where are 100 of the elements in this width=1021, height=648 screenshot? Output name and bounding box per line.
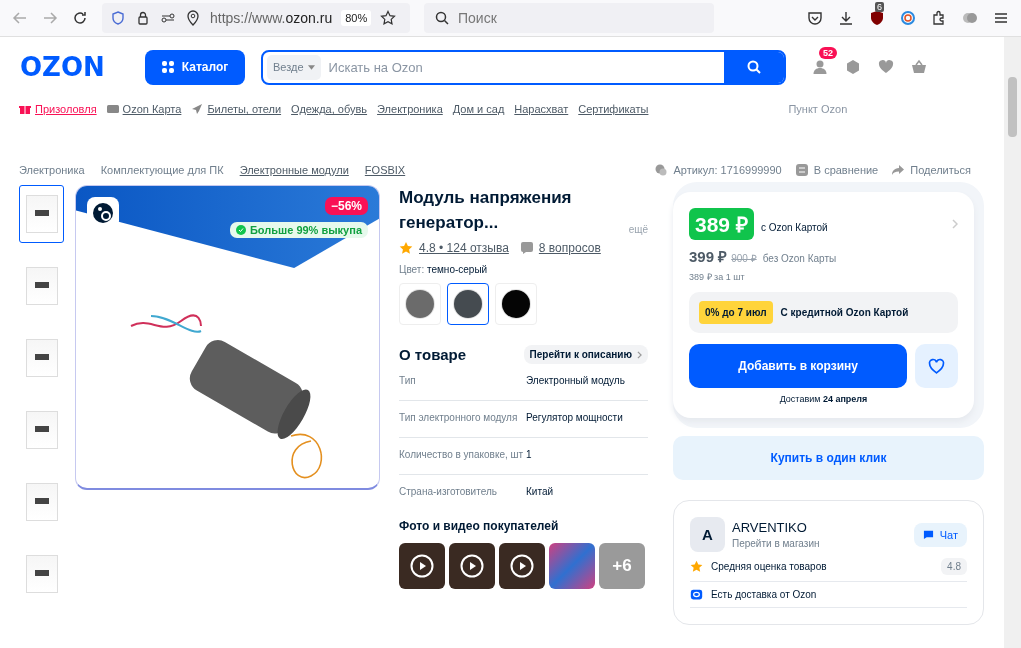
shield-extension-icon[interactable] bbox=[869, 10, 885, 26]
add-to-cart-button[interactable]: Добавить в корзину bbox=[689, 344, 908, 388]
download-icon[interactable] bbox=[838, 10, 854, 26]
card-price: 389 ₽ bbox=[689, 208, 754, 240]
price-note: с Ozon Картой bbox=[760, 221, 828, 233]
more-media-button[interactable]: +6 bbox=[599, 543, 645, 589]
price-note: без Ozon Карты bbox=[762, 253, 837, 264]
browser-search-field[interactable]: Поиск bbox=[424, 3, 714, 33]
gift-icon bbox=[19, 103, 31, 115]
search-scope-dropdown[interactable]: Везде bbox=[267, 54, 321, 80]
section-title: О товаре bbox=[399, 346, 467, 363]
video-thumbnail[interactable] bbox=[449, 543, 495, 589]
nav-link[interactable]: Призоловля bbox=[19, 103, 97, 115]
nav-link[interactable]: Ozon Карта bbox=[106, 103, 182, 115]
seller-avatar[interactable]: A bbox=[690, 517, 725, 552]
breadcrumb-link[interactable]: Электронные модули bbox=[239, 164, 349, 176]
nav-link[interactable]: Нарасхват bbox=[514, 103, 569, 115]
notification-badge: 52 bbox=[819, 47, 837, 59]
credit-text: С кредитной Ozon Картой bbox=[780, 307, 909, 318]
old-price: 900 ₽ bbox=[731, 252, 757, 265]
rating-value: 4.8 bbox=[941, 558, 967, 575]
ring-icon[interactable] bbox=[900, 10, 916, 26]
grid-icon bbox=[161, 61, 174, 73]
cart-icon[interactable] bbox=[911, 59, 927, 75]
spec-value: Электронный модуль bbox=[526, 374, 625, 388]
favorite-button[interactable] bbox=[915, 344, 958, 388]
seller-name[interactable]: ARVENTIKO bbox=[732, 520, 820, 535]
buyout-badge[interactable]: Больше 99% выкупа bbox=[229, 222, 368, 238]
search-icon bbox=[746, 59, 762, 75]
menu-icon[interactable] bbox=[993, 10, 1009, 26]
go-to-description-button[interactable]: Перейти к описанию bbox=[523, 345, 648, 364]
profile-icon[interactable] bbox=[812, 59, 828, 75]
bookmark-star-icon[interactable] bbox=[380, 10, 397, 26]
play-icon bbox=[410, 554, 434, 578]
nav-link[interactable]: Сертификаты bbox=[578, 103, 649, 115]
color-swatch[interactable] bbox=[447, 283, 489, 325]
spec-value: Регулятор мощности bbox=[526, 411, 623, 425]
credit-badge: 0% до 7 июл bbox=[699, 301, 773, 324]
search-button[interactable] bbox=[724, 51, 784, 83]
star-icon bbox=[690, 560, 703, 573]
spec-name: Количество в упаковке, шт bbox=[399, 448, 525, 462]
address-bar[interactable]: https://www.ozon.ru 80% bbox=[102, 3, 410, 33]
breadcrumb-link[interactable]: FOSBIX bbox=[364, 164, 406, 176]
reviews-link[interactable]: 4.8 • 124 отзыва bbox=[419, 241, 509, 255]
shield-icon bbox=[110, 10, 126, 26]
zoom-level[interactable]: 80% bbox=[341, 10, 372, 26]
question-bubble-icon bbox=[520, 242, 533, 254]
ozon-delivery-icon bbox=[690, 588, 703, 601]
card-icon bbox=[106, 103, 119, 115]
discount-badge: −56% bbox=[324, 197, 368, 215]
location-pin-icon bbox=[185, 10, 201, 26]
buy-one-click-button[interactable]: Купить в один клик bbox=[673, 436, 984, 480]
profile-blob-icon[interactable] bbox=[962, 10, 978, 26]
nav-link[interactable]: Одежда, обувь bbox=[291, 103, 368, 115]
permissions-icon bbox=[160, 10, 176, 26]
extension-badge: 6 bbox=[875, 2, 884, 12]
seller-feature: Средняя оценка товаров bbox=[711, 561, 828, 572]
heart-icon[interactable] bbox=[878, 59, 894, 75]
breadcrumb-link[interactable]: Комплектующие для ПК bbox=[100, 164, 224, 176]
star-icon bbox=[399, 241, 413, 255]
reload-icon[interactable] bbox=[72, 10, 88, 26]
spec-name: Тип электронного модуля bbox=[399, 411, 519, 425]
delivery-date: Доставим 24 апреля bbox=[778, 394, 869, 404]
questions-link[interactable]: 8 вопросов bbox=[538, 241, 601, 255]
compare-icon bbox=[795, 164, 808, 176]
search-field[interactable]: Везде Искать на Ozon bbox=[261, 49, 786, 85]
spec-name: Тип bbox=[399, 374, 417, 388]
article-number[interactable]: Артикул: 1716999990 bbox=[673, 164, 782, 176]
credit-offer[interactable]: 0% до 7 июл С кредитной Ozon Картой bbox=[689, 292, 958, 333]
plane-icon bbox=[191, 103, 204, 115]
nav-link[interactable]: Билеты, отели bbox=[191, 103, 282, 115]
compare-link[interactable]: В сравнение bbox=[813, 164, 879, 176]
url-text: https://www.ozon.ru bbox=[210, 10, 333, 26]
unit-price: 389 ₽ за 1 шт bbox=[689, 271, 746, 283]
play-icon bbox=[510, 554, 534, 578]
color-value: темно-серый bbox=[426, 264, 488, 275]
breadcrumb-link[interactable]: Электроника bbox=[19, 164, 85, 176]
spec-value: Китай bbox=[526, 485, 554, 499]
puzzle-icon[interactable] bbox=[931, 10, 947, 26]
seller-feature: Есть доставка от Ozon bbox=[711, 589, 818, 600]
chat-icon bbox=[922, 529, 934, 540]
pocket-icon[interactable] bbox=[807, 10, 823, 26]
nav-link[interactable]: Электроника bbox=[377, 103, 443, 115]
video-thumbnail[interactable] bbox=[499, 543, 545, 589]
share-link[interactable]: Поделиться bbox=[910, 164, 971, 176]
caret-icon bbox=[307, 64, 315, 70]
video-thumbnail[interactable] bbox=[399, 543, 445, 589]
store-link[interactable]: Перейти в магазин bbox=[732, 538, 820, 549]
color-label: Цвет: bbox=[399, 264, 425, 275]
catalog-button[interactable]: Каталог bbox=[145, 49, 245, 85]
scrollbar[interactable] bbox=[1004, 37, 1021, 648]
photo-thumbnail[interactable] bbox=[549, 543, 595, 589]
nav-link[interactable]: Дом и сад bbox=[452, 103, 505, 115]
play-icon bbox=[460, 554, 484, 578]
pickup-point-link[interactable]: Пункт Ozon bbox=[788, 103, 848, 115]
more-link[interactable]: ещё bbox=[628, 224, 648, 235]
chat-button[interactable]: Чат bbox=[913, 522, 967, 547]
ozon-logo[interactable]: OZON bbox=[0, 52, 124, 82]
thumbnail[interactable] bbox=[19, 185, 64, 243]
regular-price: 399 ₽ bbox=[689, 247, 728, 266]
